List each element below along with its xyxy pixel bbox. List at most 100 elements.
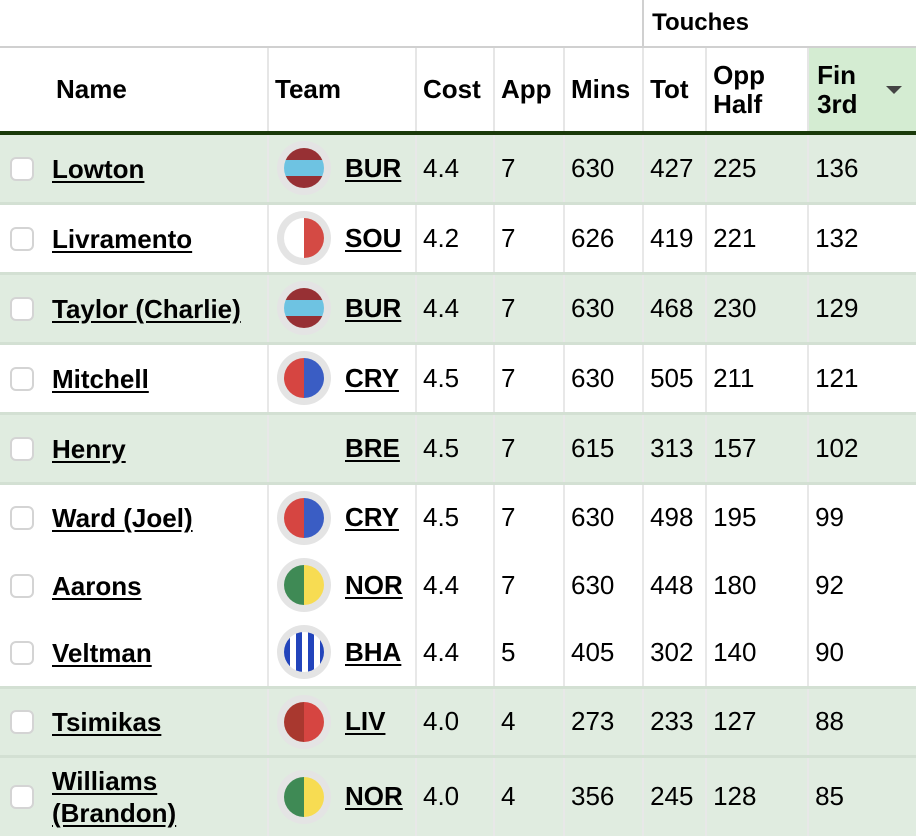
touches-fin-3rd-cell: 136 [807,133,916,203]
team-cell: BUR [267,271,416,343]
player-name-link[interactable]: Livramento [52,223,262,255]
cost-cell: 4.0 [415,685,494,756]
table-row: Livramento SOU 4.2 7 626 419 221 132 [0,201,916,273]
table-row: Ward (Joel) CRY 4.5 7 630 498 195 99 [0,481,916,551]
badge-disc [284,288,324,328]
player-name-link[interactable]: Tsimikas [52,706,262,738]
team-link[interactable]: BHA [345,637,401,668]
mins-cell: 615 [562,411,644,483]
table-row: Lowton BUR 4.4 7 630 427 225 136 [0,133,916,203]
name-cell: Lowton [0,133,268,203]
player-name-link[interactable]: Veltman [52,637,262,669]
app-cell: 5 [493,619,564,687]
player-name-link[interactable]: Henry [52,433,262,465]
touches-tot-cell: 448 [642,551,707,619]
team-cell: SOU [267,201,416,273]
touches-opp-half-cell: 230 [705,271,809,343]
touches-fin-3rd-cell: 99 [807,481,916,551]
name-cell: Tsimikas [0,685,268,756]
mins-cell: 630 [562,271,644,343]
cost-cell: 4.4 [415,551,494,619]
badge-disc [284,565,324,605]
badge-disc [284,358,324,398]
liverpool-badge-icon [277,694,331,749]
column-header-app[interactable]: App [493,46,564,135]
player-name-link[interactable]: Taylor (Charlie) [52,293,262,325]
group-header-touches: Touches [642,0,916,47]
name-cell: Williams (Brandon) [0,754,268,836]
team-link[interactable]: NOR [345,570,403,601]
touches-opp-half-cell: 195 [705,481,809,551]
row-checkbox[interactable] [10,156,34,181]
column-header-fin-3rd[interactable]: Fin 3rd [807,46,916,135]
column-header-team[interactable]: Team [267,46,416,135]
badge-disc [284,632,324,673]
app-cell: 7 [493,481,564,551]
app-cell: 4 [493,754,564,836]
team-link[interactable]: SOU [345,223,401,254]
table-row: Tsimikas LIV 4.0 4 273 233 127 88 [0,685,916,756]
touches-fin-3rd-cell: 85 [807,754,916,836]
name-cell: Mitchell [0,341,268,413]
touches-fin-3rd-cell: 121 [807,341,916,413]
app-cell: 7 [493,201,564,273]
column-header-name[interactable]: Name [0,46,268,135]
cost-cell: 4.5 [415,411,494,483]
touches-opp-half-cell: 180 [705,551,809,619]
touches-tot-cell: 468 [642,271,707,343]
team-link[interactable]: CRY [345,363,399,394]
row-checkbox[interactable] [10,573,34,598]
app-cell: 7 [493,551,564,619]
player-stats-table: Touches Name Team Cost App Mins Tot Opp … [0,0,916,836]
player-name-link[interactable]: Williams (Brandon) [52,765,262,829]
team-link[interactable]: BUR [345,153,401,184]
touches-opp-half-cell: 128 [705,754,809,836]
badge-disc [284,701,324,742]
column-header-opp-half-label: Opp Half [713,59,766,119]
row-checkbox[interactable] [10,784,34,809]
row-checkbox[interactable] [10,296,34,321]
column-header-opp-half[interactable]: Opp Half [705,46,809,135]
name-cell: Henry [0,411,268,483]
mins-cell: 626 [562,201,644,273]
player-name-link[interactable]: Lowton [52,153,262,185]
team-link[interactable]: BUR [345,293,401,324]
cost-cell: 4.5 [415,341,494,413]
row-checkbox[interactable] [10,436,34,461]
app-cell: 7 [493,271,564,343]
row-checkbox[interactable] [10,366,34,391]
name-cell: Aarons [0,551,268,619]
name-cell: Veltman [0,619,268,687]
player-name-link[interactable]: Mitchell [52,363,262,395]
row-checkbox[interactable] [10,226,34,251]
column-header-tot[interactable]: Tot [642,46,707,135]
norwich-badge-icon [277,769,331,824]
touches-tot-cell: 233 [642,685,707,756]
app-cell: 7 [493,411,564,483]
team-link[interactable]: CRY [345,502,399,533]
mins-cell: 630 [562,551,644,619]
column-header-cost[interactable]: Cost [415,46,494,135]
table-row: Taylor (Charlie) BUR 4.4 7 630 468 230 1… [0,271,916,343]
table-row: Aarons NOR 4.4 7 630 448 180 92 [0,551,916,619]
table-row: Williams (Brandon) NOR 4.0 4 356 245 128… [0,754,916,836]
team-link[interactable]: NOR [345,781,403,812]
touches-fin-3rd-cell: 132 [807,201,916,273]
team-link[interactable]: LIV [345,706,385,737]
row-checkbox[interactable] [10,506,34,531]
crystal-palace-badge-icon [277,490,331,545]
mins-cell: 630 [562,341,644,413]
player-name-link[interactable]: Aarons [52,570,262,602]
team-cell: NOR [267,551,416,619]
row-checkbox[interactable] [10,710,34,735]
column-header-mins[interactable]: Mins [562,46,644,135]
badge-disc [284,148,324,189]
row-checkbox[interactable] [10,640,34,665]
southampton-badge-icon [277,211,331,265]
group-header-spacer [0,0,643,47]
player-name-link[interactable]: Ward (Joel) [52,502,262,534]
touches-tot-cell: 498 [642,481,707,551]
crystal-palace-badge-icon [277,351,331,405]
team-link[interactable]: BRE [345,433,400,464]
mins-cell: 356 [562,754,644,836]
